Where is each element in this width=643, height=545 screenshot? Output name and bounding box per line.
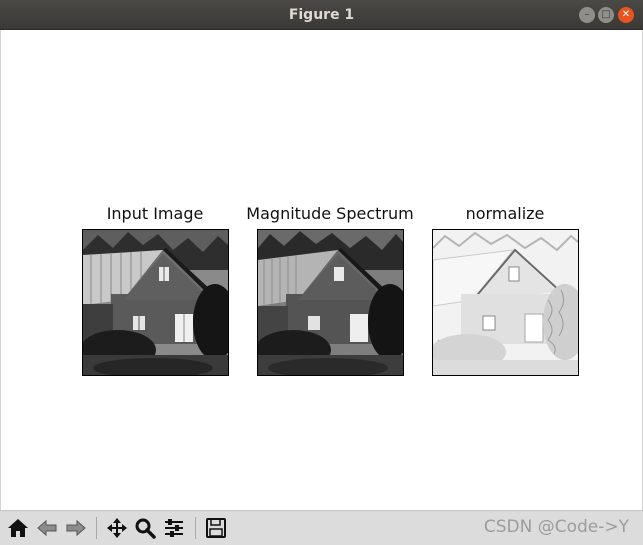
close-button[interactable]: ✕ [618,7,634,23]
forward-icon [66,519,86,537]
back-button[interactable] [34,515,60,541]
close-icon: ✕ [621,9,631,20]
toolbar-separator [195,517,196,539]
input-image [83,230,228,375]
watermark-text: CSDN @Code->Y [483,517,629,537]
save-button[interactable] [203,515,229,541]
subplot-title-input: Input Image [106,204,204,223]
navigation-toolbar: CSDN @Code->Y [0,510,643,545]
maximize-button[interactable]: □ [598,7,614,23]
zoom-button[interactable] [132,515,158,541]
zoom-icon [135,518,156,539]
back-icon [37,519,57,537]
window-title: Figure 1 [288,7,355,23]
subplot-title-normalize: normalize [465,204,545,223]
input-image-panel [82,229,229,376]
forward-button[interactable] [63,515,89,541]
normalize-panel [432,229,579,376]
magnitude-spectrum-panel [257,229,404,376]
figure-canvas[interactable]: Input Image Magnitude Spectrum normalize [0,30,643,510]
home-button[interactable] [5,515,31,541]
maximize-icon: □ [601,9,611,20]
save-icon [206,518,226,538]
normalize-image [433,230,578,375]
minimize-icon: – [584,9,590,20]
pan-button[interactable] [104,515,130,541]
minimize-button[interactable]: – [579,7,595,23]
configure-subplots-icon [165,519,183,537]
window-titlebar[interactable]: Figure 1 – □ ✕ [0,0,643,30]
pan-icon [107,518,127,538]
subplot-title-magnitude: Magnitude Spectrum [246,204,414,223]
toolbar-separator [96,517,97,539]
home-icon [8,519,28,537]
configure-subplots-button[interactable] [161,515,187,541]
magnitude-spectrum-image [258,230,403,375]
